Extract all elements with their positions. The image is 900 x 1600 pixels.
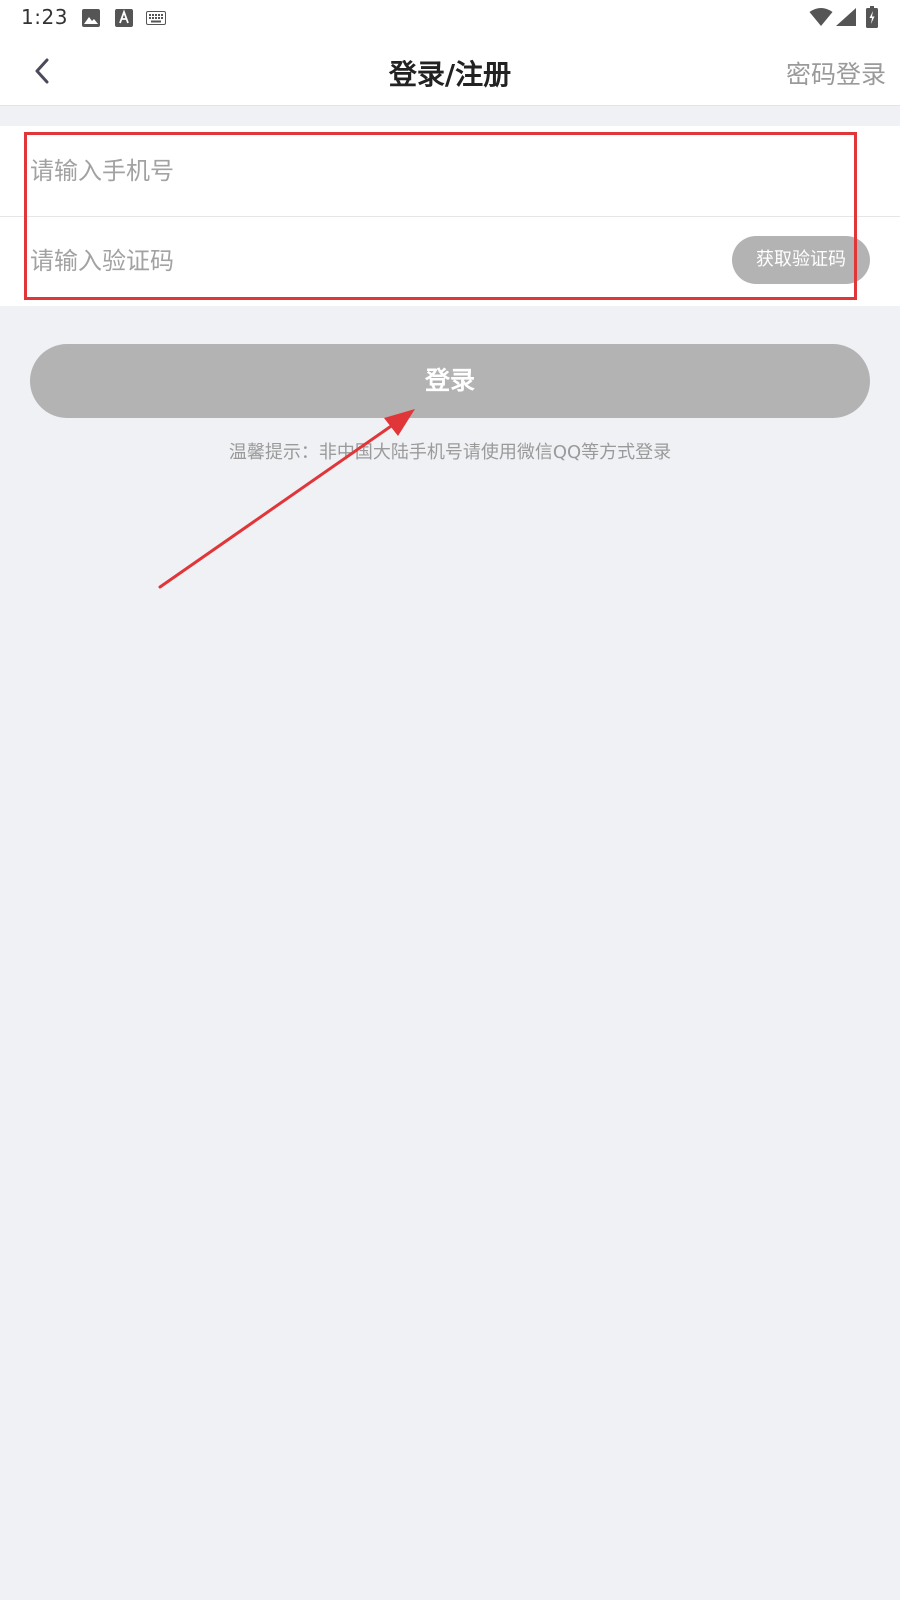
- phone-input[interactable]: [30, 146, 670, 196]
- page-title: 登录/注册: [388, 58, 512, 91]
- phone-row: [0, 126, 900, 217]
- nav-bar: 登录/注册 密码登录: [0, 36, 900, 106]
- verification-code-input[interactable]: [30, 236, 670, 286]
- battery-charging-icon: [866, 6, 878, 28]
- login-button[interactable]: 登录: [30, 344, 870, 418]
- get-code-button[interactable]: 获取验证码: [732, 236, 870, 284]
- code-row: 获取验证码: [0, 216, 900, 306]
- password-login-link[interactable]: 密码登录: [786, 55, 886, 91]
- font-icon: [115, 9, 133, 27]
- signal-icon: [836, 8, 856, 26]
- keyboard-icon: [146, 11, 166, 25]
- status-bar: 1:23: [0, 0, 900, 36]
- wifi-icon: [809, 8, 833, 26]
- login-form: 获取验证码: [0, 126, 900, 306]
- image-icon: [82, 9, 100, 27]
- tip-text: 温馨提示：非中国大陆手机号请使用微信QQ等方式登录: [228, 442, 672, 463]
- status-time: 1:23: [21, 5, 68, 29]
